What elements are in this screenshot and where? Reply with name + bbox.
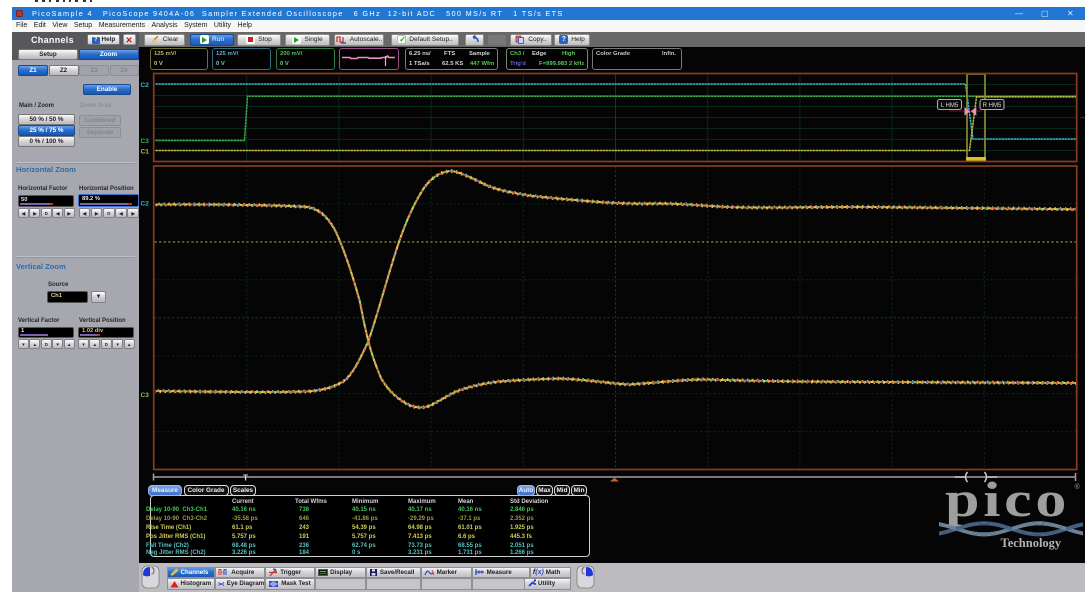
svg-text:L HM5: L HM5 [940,103,958,109]
svg-text:C1: C1 [140,149,149,156]
svg-text:C3: C3 [140,392,149,399]
svg-text:C2: C2 [140,201,149,208]
svg-text:C2: C2 [140,82,149,89]
svg-text:→T: →T [1078,114,1086,121]
svg-text:T: T [243,473,249,483]
svg-text:R HM5: R HM5 [982,103,1001,109]
svg-text:C3: C3 [140,138,149,145]
